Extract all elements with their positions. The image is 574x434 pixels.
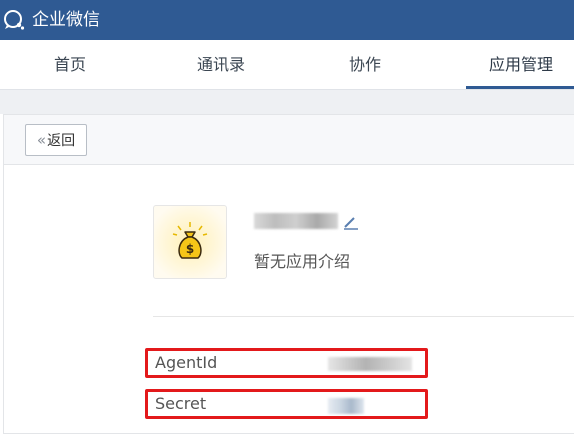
double-chevron-left-icon: « [36, 131, 47, 149]
back-button-label: 返回 [47, 133, 76, 149]
top-header-bar: 企业微信 [0, 0, 574, 40]
back-button[interactable]: «返回 [25, 124, 87, 156]
secret-label: Secret [155, 394, 207, 413]
app-description: 暂无应用介绍 [254, 252, 351, 271]
tab-app-management[interactable]: 应用管理 [466, 40, 574, 90]
app-title: 企业微信 [32, 10, 100, 30]
wechat-work-logo-icon[interactable] [2, 8, 26, 32]
secret-value-redacted [328, 398, 364, 414]
agentid-row: AgentId [145, 348, 428, 378]
active-tab-indicator [466, 86, 574, 89]
divider [153, 316, 574, 317]
app-name-redacted [254, 213, 338, 229]
secret-row: Secret [145, 389, 428, 419]
tab-contacts[interactable]: 通讯录 [166, 40, 276, 90]
tab-collaboration[interactable]: 协作 [315, 40, 415, 90]
content-background [0, 90, 574, 114]
main-nav: 首页 通讯录 协作 应用管理 [0, 40, 574, 90]
app-detail-panel: «返回 $ 暂无应用介绍 AgentId Secret [3, 114, 574, 434]
panel-toolbar: «返回 [4, 115, 574, 165]
agentid-value-redacted [328, 357, 412, 371]
money-bag-icon: $ [172, 222, 208, 259]
agentid-label: AgentId [155, 353, 218, 372]
pencil-icon[interactable] [342, 215, 360, 231]
tab-home[interactable]: 首页 [20, 40, 120, 90]
svg-text:$: $ [186, 242, 194, 256]
app-icon: $ [153, 205, 227, 279]
